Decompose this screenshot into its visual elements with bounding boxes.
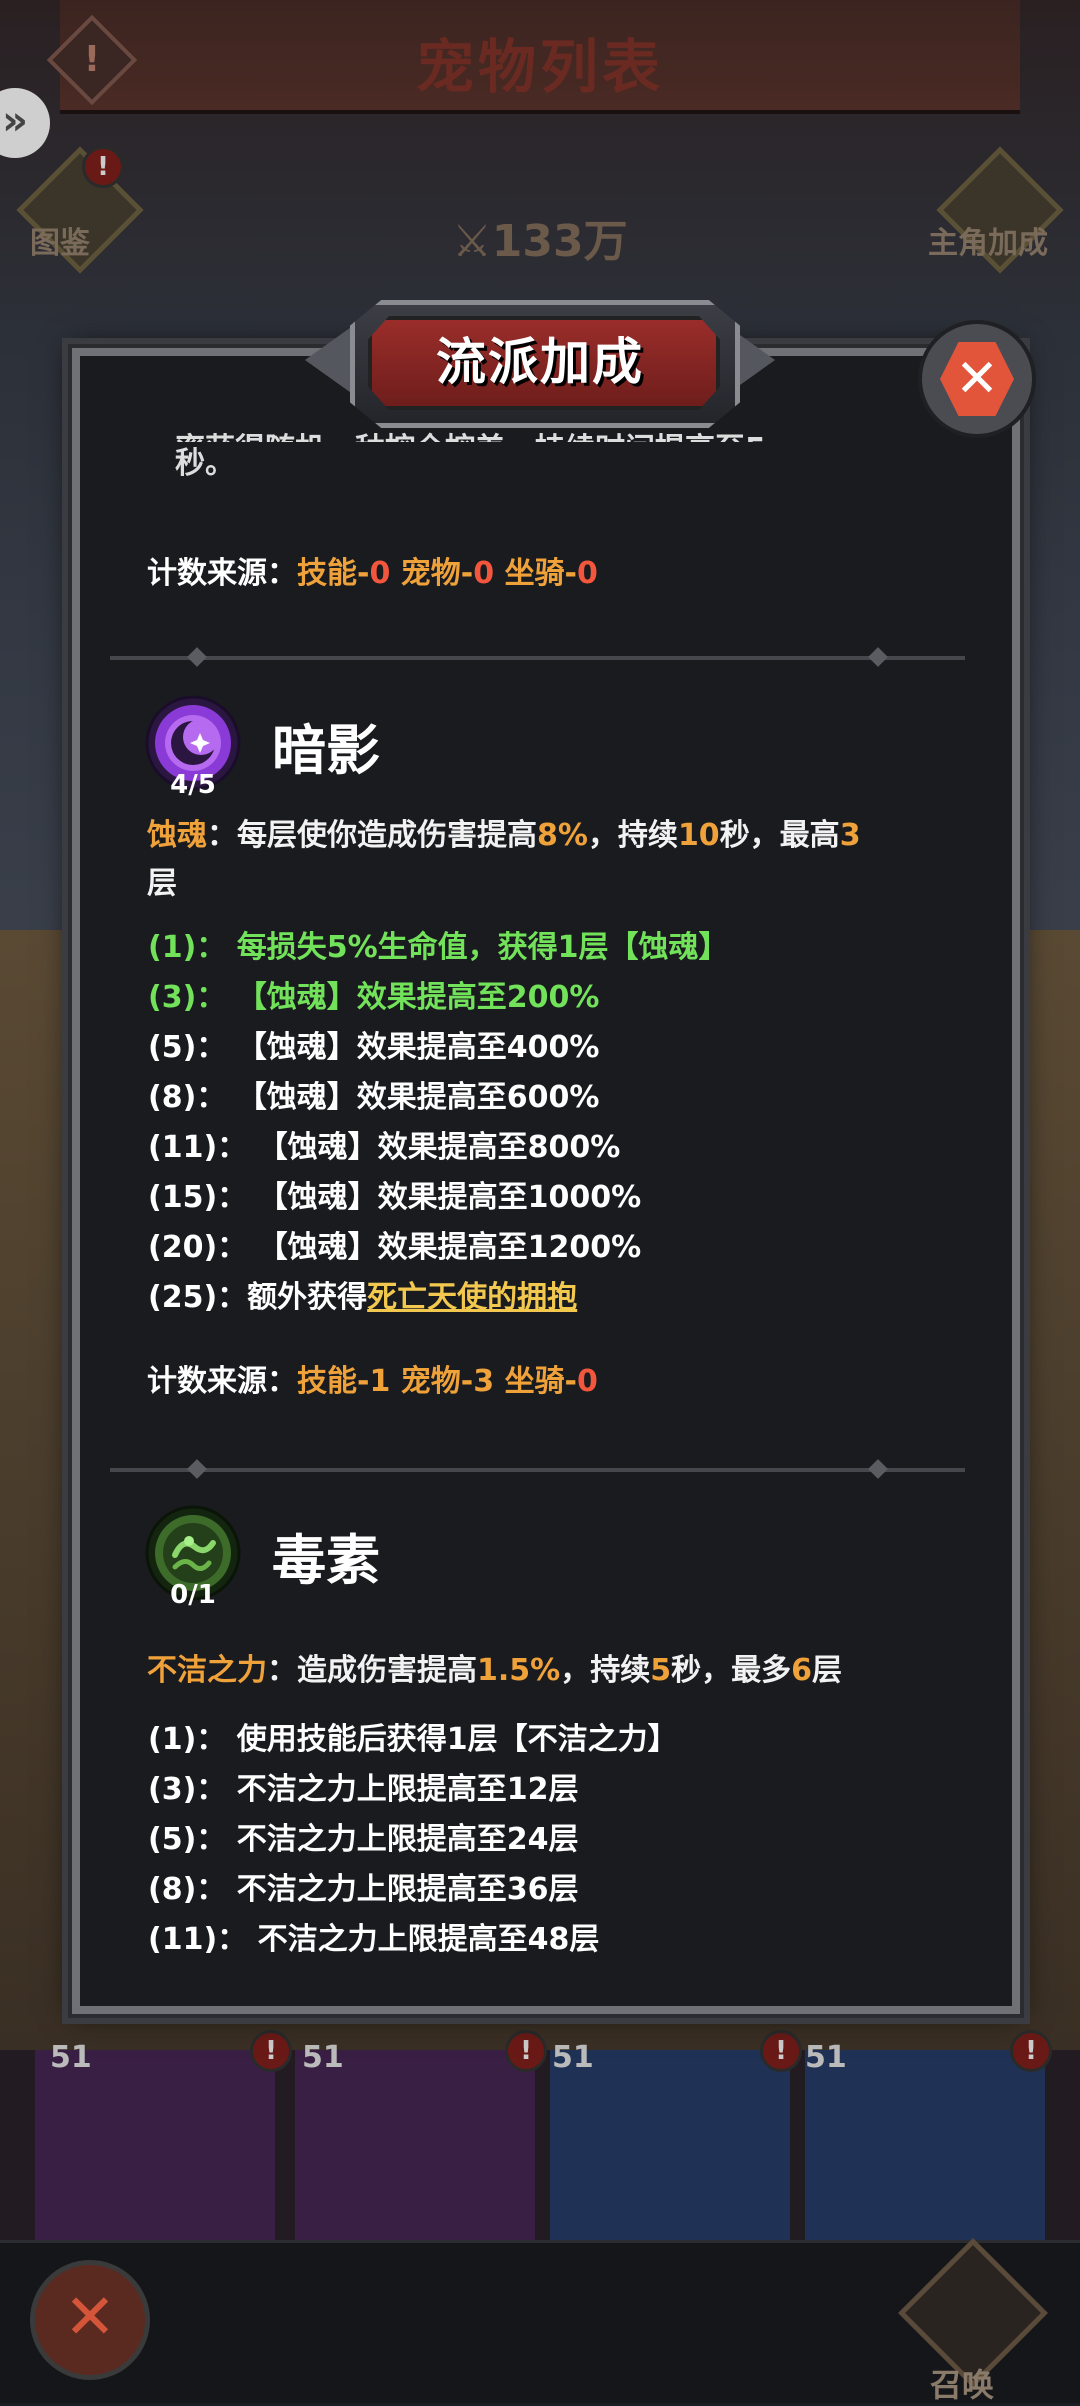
codex-label: 图鉴 [30, 226, 90, 261]
tier-row-active: (3)： 【蚀魂】效果提高至200% [148, 980, 600, 1015]
buff-description: 不洁之力：造成伤害提高1.5%，持续5秒，最多6层 [147, 1653, 842, 1688]
alert-badge: ! [505, 2030, 547, 2072]
school-progress: 4/5 [170, 770, 216, 800]
pet-card[interactable] [550, 2050, 790, 2240]
prev-school-desc-line1: 率获得随机一种控全控差，持续时间提高至5 [175, 428, 955, 442]
tier-row: (20)： 【蚀魂】效果提高至1200% [148, 1230, 642, 1265]
tier-row: (11)： 【蚀魂】效果提高至800% [148, 1130, 621, 1165]
pet-level: 51 [50, 2040, 92, 2075]
count-source: 计数来源：技能-1 宠物-3 坐骑-0 [147, 1364, 598, 1399]
pet-level: 51 [552, 2040, 594, 2075]
close-icon: ✕ [940, 342, 1014, 416]
tier-row: (5)： 【蚀魂】效果提高至400% [148, 1030, 600, 1065]
page-title: 宠物列表 [415, 33, 664, 101]
pet-card[interactable] [35, 2050, 275, 2240]
summon-label: 召唤 [930, 2366, 995, 2404]
pet-level: 51 [302, 2040, 344, 2075]
prev-school-desc: 率获得随机一种控全控差，持续时间提高至5 秒。 [175, 432, 955, 486]
pet-card[interactable] [295, 2050, 535, 2240]
skill-link[interactable]: 死亡天使的拥抱 [367, 1280, 577, 1315]
tier-row: (11)： 不洁之力上限提高至48层 [148, 1922, 600, 1957]
alert-badge: ! [1010, 2030, 1052, 2072]
close-button[interactable]: ✕ [918, 320, 1036, 438]
tier-row: (25)：额外获得死亡天使的拥抱 [148, 1280, 578, 1315]
buff-description-wrap: 层 [147, 866, 177, 901]
back-close-icon[interactable]: ✕ [30, 2260, 150, 2380]
buff-description: 蚀魂：每层使你造成伤害提高8%，持续10秒，最高3 [147, 818, 861, 853]
school-progress: 0/1 [170, 1580, 216, 1610]
prev-school-desc-line2: 秒。 [175, 446, 235, 481]
tier-row: (1)： 使用技能后获得1层【不洁之力】 [148, 1722, 678, 1757]
pet-level: 51 [805, 2040, 847, 2075]
school-name: 暗影 [272, 719, 380, 782]
tier-row: (5)： 不洁之力上限提高至24层 [148, 1822, 579, 1857]
tier-row: (3)： 不洁之力上限提高至12层 [148, 1772, 579, 1807]
alert-badge: ! [760, 2030, 802, 2072]
prev-count-source: 计数来源：技能-0 宠物-0 坐骑-0 [147, 556, 598, 591]
tier-row-active: (1)： 每损失5%生命值，获得1层【蚀魂】 [148, 930, 729, 965]
pet-card[interactable] [805, 2050, 1045, 2240]
tier-row: (15)： 【蚀魂】效果提高至1000% [148, 1180, 642, 1215]
tier-row: (8)： 【蚀魂】效果提高至600% [148, 1080, 600, 1115]
codex-badge: ! [82, 146, 124, 188]
section-divider [110, 1468, 965, 1472]
modal-title: 流派加成 [436, 333, 644, 391]
power-value: ⚔133万 [452, 216, 628, 267]
tier-row: (8)： 不洁之力上限提高至36层 [148, 1872, 579, 1907]
section-divider [110, 656, 965, 660]
school-name: 毒素 [272, 1529, 380, 1592]
hero-bonus-label: 主角加成 [928, 226, 1048, 261]
alert-badge: ! [250, 2030, 292, 2072]
